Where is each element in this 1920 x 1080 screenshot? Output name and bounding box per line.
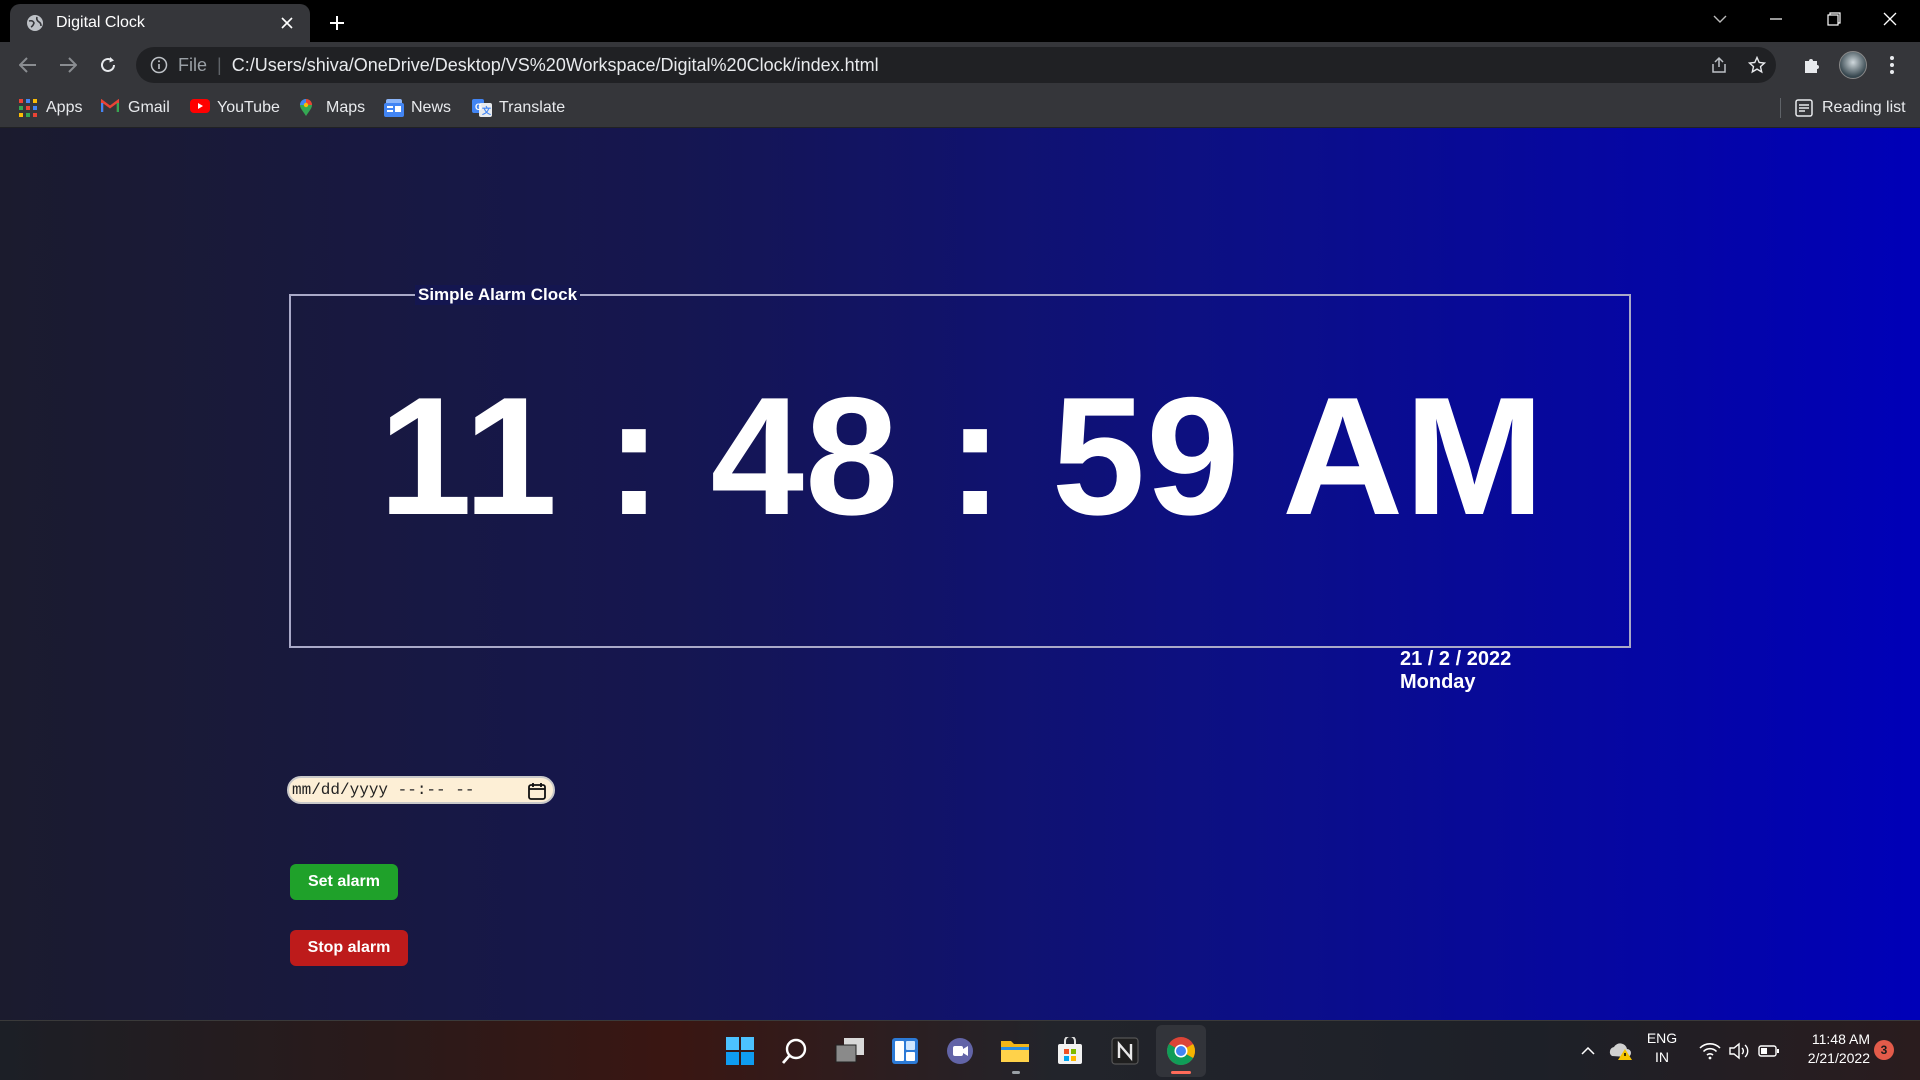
chrome-running-indicator bbox=[1171, 1071, 1191, 1074]
notification-count-badge[interactable]: 3 bbox=[1874, 1040, 1894, 1060]
tab-close-icon[interactable] bbox=[276, 12, 298, 34]
set-alarm-button[interactable]: Set alarm bbox=[290, 864, 398, 900]
search-icon[interactable] bbox=[779, 1035, 811, 1067]
address-separator: | bbox=[217, 54, 222, 75]
bookmark-apps[interactable]: Apps bbox=[19, 96, 82, 120]
tray-date: 2/21/2022 bbox=[1807, 1050, 1870, 1066]
calendar-icon[interactable] bbox=[527, 781, 547, 801]
extensions-puzzle-icon[interactable] bbox=[1796, 49, 1828, 81]
microsoft-store-icon[interactable] bbox=[1054, 1035, 1086, 1067]
reading-list-label: Reading list bbox=[1822, 99, 1906, 116]
bookmark-maps[interactable]: Maps bbox=[299, 96, 365, 120]
clock-tray[interactable]: 11:48 AM 2/21/2022 bbox=[1790, 1030, 1870, 1068]
tab-search-chevron-icon[interactable] bbox=[1692, 0, 1748, 38]
teams-chat-icon[interactable] bbox=[944, 1035, 976, 1067]
svg-text:文: 文 bbox=[481, 105, 492, 116]
bookmarks-divider bbox=[1780, 98, 1781, 118]
reload-icon[interactable] bbox=[92, 49, 124, 81]
battery-icon[interactable] bbox=[1753, 1035, 1785, 1067]
stop-alarm-button[interactable]: Stop alarm bbox=[290, 930, 408, 966]
restore-icon[interactable] bbox=[1806, 0, 1862, 38]
page-viewport: Simple Alarm Clock 11 : 48 : 59 AM 21 / … bbox=[0, 128, 1920, 1020]
close-window-icon[interactable] bbox=[1862, 0, 1918, 38]
bookmark-youtube-label: YouTube bbox=[217, 99, 280, 116]
volume-icon[interactable] bbox=[1723, 1035, 1755, 1067]
onedrive-warning-icon[interactable] bbox=[1604, 1035, 1636, 1067]
bookmark-news-label: News bbox=[411, 99, 452, 116]
profile-avatar[interactable] bbox=[1837, 49, 1869, 81]
task-view-icon[interactable] bbox=[834, 1035, 866, 1067]
back-arrow-icon[interactable] bbox=[12, 49, 44, 81]
bookmark-translate-label: Translate bbox=[499, 99, 566, 116]
bookmark-news[interactable]: News bbox=[384, 96, 451, 120]
tab-title: Digital Clock bbox=[56, 14, 145, 31]
info-icon[interactable] bbox=[150, 56, 168, 74]
menu-kebab-icon[interactable] bbox=[1876, 49, 1908, 81]
datetime-placeholder: mm/dd/yyyy --:-- -- bbox=[292, 781, 475, 799]
bookmark-maps-label: Maps bbox=[326, 99, 366, 116]
wifi-icon[interactable] bbox=[1694, 1035, 1726, 1067]
bookmark-translate[interactable]: G文 Translate bbox=[472, 96, 565, 120]
date-display: 21 / 2 / 2022 bbox=[1400, 648, 1512, 670]
bookmarks-bar: Apps Gmail YouTube Maps News G文 Translat… bbox=[0, 88, 1920, 128]
svg-text:G: G bbox=[475, 102, 482, 112]
day-display: Monday bbox=[1400, 671, 1476, 693]
share-icon[interactable] bbox=[1702, 47, 1736, 83]
explorer-running-indicator bbox=[1012, 1071, 1020, 1074]
tab-digital-clock[interactable]: Digital Clock bbox=[10, 4, 310, 42]
language-top: ENG bbox=[1646, 1030, 1678, 1046]
new-tab-plus-icon[interactable] bbox=[322, 8, 352, 38]
browser-titlebar: Digital Clock bbox=[0, 0, 1920, 42]
notion-icon[interactable] bbox=[1109, 1035, 1141, 1067]
bookmark-youtube[interactable]: YouTube bbox=[190, 96, 280, 120]
address-bar[interactable]: File | C:/Users/shiva/OneDrive/Desktop/V… bbox=[136, 47, 1776, 83]
apps-grid-icon bbox=[19, 99, 37, 117]
translate-icon: G文 bbox=[472, 99, 492, 117]
file-explorer-icon[interactable] bbox=[999, 1035, 1031, 1067]
tray-time: 11:48 AM bbox=[1811, 1031, 1870, 1047]
browser-toolbar: File | C:/Users/shiva/OneDrive/Desktop/V… bbox=[0, 42, 1920, 88]
clock-display: 11 : 48 : 59 AM bbox=[378, 362, 1546, 550]
show-hidden-icons-chevron-icon[interactable] bbox=[1572, 1035, 1604, 1067]
start-icon[interactable] bbox=[724, 1035, 756, 1067]
forward-arrow-icon[interactable] bbox=[52, 49, 84, 81]
reading-list-icon bbox=[1795, 99, 1813, 117]
bookmark-star-icon[interactable] bbox=[1740, 47, 1774, 83]
fieldset-legend: Simple Alarm Clock bbox=[415, 285, 581, 305]
alarm-datetime-input[interactable]: mm/dd/yyyy --:-- -- bbox=[287, 776, 555, 804]
reading-list-button[interactable]: Reading list bbox=[1795, 96, 1906, 120]
windows-taskbar: ENG IN 11:48 AM 2/21/2022 bbox=[0, 1020, 1920, 1080]
bookmark-gmail[interactable]: Gmail bbox=[100, 96, 170, 120]
language-indicator[interactable]: ENG IN bbox=[1644, 1029, 1680, 1067]
address-scheme: File bbox=[178, 54, 208, 75]
bookmark-gmail-label: Gmail bbox=[128, 99, 170, 116]
widgets-icon[interactable] bbox=[889, 1035, 921, 1067]
chrome-icon[interactable] bbox=[1165, 1035, 1197, 1067]
address-url[interactable]: C:/Users/shiva/OneDrive/Desktop/VS%20Wor… bbox=[232, 55, 879, 76]
news-icon bbox=[384, 99, 404, 117]
gmail-icon bbox=[100, 98, 120, 117]
language-bottom: IN bbox=[1655, 1049, 1669, 1065]
minimize-icon[interactable] bbox=[1748, 0, 1804, 38]
alarm-clock-fieldset: Simple Alarm Clock 11 : 48 : 59 AM bbox=[289, 285, 1631, 648]
youtube-icon bbox=[190, 99, 210, 117]
bookmark-apps-label: Apps bbox=[46, 99, 83, 116]
globe-icon bbox=[26, 14, 44, 32]
maps-icon bbox=[299, 99, 317, 117]
